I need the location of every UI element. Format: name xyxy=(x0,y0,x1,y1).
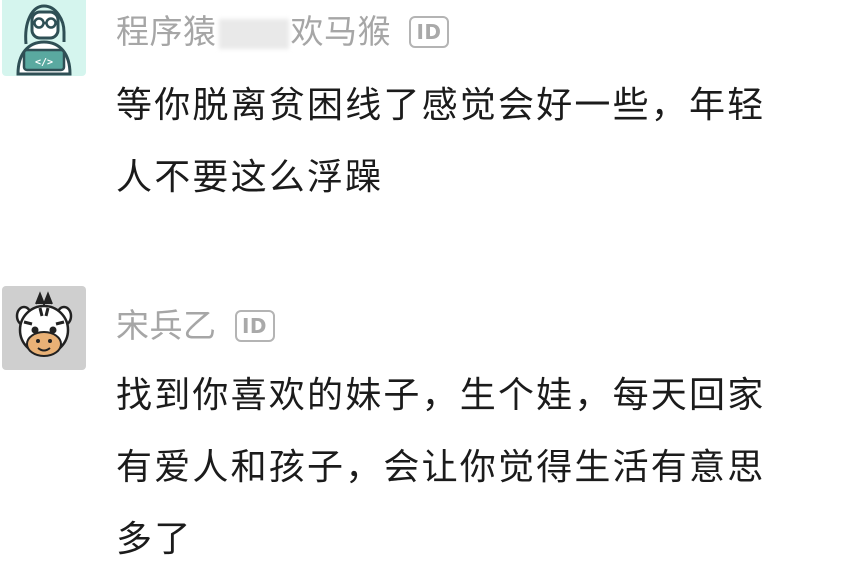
comment-header: 程序猿 欢马猴 ID xyxy=(116,12,449,52)
username[interactable]: 宋兵乙 xyxy=(116,306,217,346)
comment-header: 宋兵乙 ID xyxy=(116,306,275,346)
svg-text:</>: </> xyxy=(35,57,53,68)
comment-text-line: 人不要这么浮躁 xyxy=(116,157,384,198)
username[interactable]: 程序猿 欢马猴 xyxy=(116,12,391,52)
comment-text: 等你脱离贫困线了感觉会好一些，年轻 人不要这么浮躁 xyxy=(116,70,816,214)
avatar[interactable] xyxy=(2,286,86,370)
comment-text-line: 多了 xyxy=(116,519,193,560)
id-badge[interactable]: ID xyxy=(409,16,449,48)
comment-text: 找到你喜欢的妹子，生个娃，每天回家 有爱人和孩子，会让你觉得生活有意思 多了 xyxy=(116,360,816,576)
zebra-avatar-icon xyxy=(15,291,73,357)
avatar[interactable]: </> xyxy=(2,0,86,76)
obscured-region xyxy=(218,18,289,49)
id-badge[interactable]: ID xyxy=(234,310,275,342)
comment-text-line: 等你脱离贫困线了感觉会好一些，年轻 xyxy=(116,85,766,126)
comment-text-line: 有爱人和孩子，会让你觉得生活有意思 xyxy=(116,447,766,488)
comment-text-line: 找到你喜欢的妹子，生个娃，每天回家 xyxy=(116,375,766,416)
programmer-avatar-icon: </> xyxy=(16,4,72,76)
